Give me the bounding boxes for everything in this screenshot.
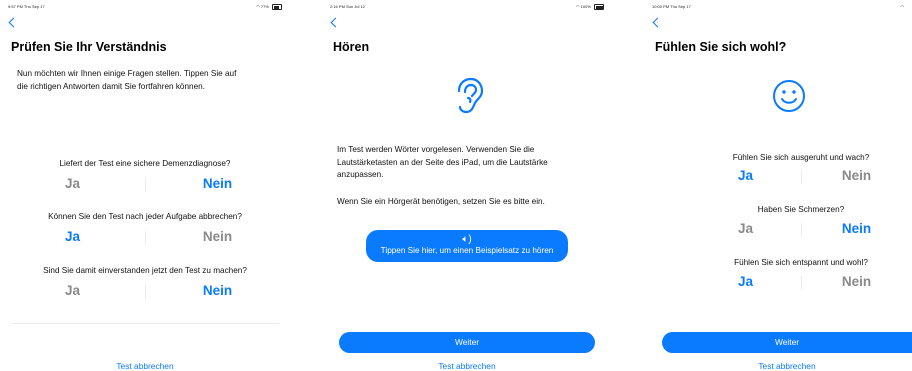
instructions-line: Im Test werden Wörter vorgelesen. Verwen… <box>337 145 535 154</box>
question-relaxed: Fühlen Sie sich entspannt und wohl? <box>734 258 868 267</box>
play-sample-label: Tippen Sie hier, um einen Beispielsatz z… <box>380 246 554 255</box>
screen-check-understanding: 9:57 PM Thu Sep 17 ◠ 77% Prüfen Sie Ihr … <box>0 0 290 371</box>
next-button[interactable]: Weiter <box>339 332 595 353</box>
answer-row-pain: Ja Nein <box>690 221 912 239</box>
status-right: ◠ <box>901 4 905 9</box>
answer-yes-button[interactable]: Ja <box>0 176 145 191</box>
page-title: Prüfen Sie Ihr Verständnis <box>11 40 167 54</box>
hearing-aid-text: Wenn Sie ein Hörgerät benötigen, setzen … <box>337 197 545 206</box>
status-time: 2:16 PM Sun Jul 12 <box>330 4 365 9</box>
answer-row-rested: Ja Nein <box>690 168 912 186</box>
status-right: ◠ 100% <box>576 4 604 10</box>
answer-row-dementia: Ja Nein <box>0 176 290 194</box>
intro-text: Nun möchten wir Ihnen einige Fragen stel… <box>17 68 236 93</box>
intro-line: Nun möchten wir Ihnen einige Fragen stel… <box>17 69 237 78</box>
instructions-line: Lautstärketasten an der Seite des iPad, … <box>337 157 548 167</box>
status-bar: 2:16 PM Sun Jul 12 ◠ 100% <box>330 4 604 12</box>
status-time: 10:00 PM Thu Sep 17 <box>652 4 691 9</box>
answer-no-button[interactable]: Nein <box>801 221 912 236</box>
answer-yes-button[interactable]: Ja <box>0 229 145 244</box>
question-agree-test: Sind Sie damit einverstanden jetzt den T… <box>43 266 247 275</box>
back-chevron-icon[interactable] <box>330 17 341 28</box>
answer-yes-button[interactable]: Ja <box>690 221 801 236</box>
screen-wellbeing: 10:00 PM Thu Sep 17 ◠ Fühlen Sie sich wo… <box>644 0 912 371</box>
question-dementia-diagnosis: Liefert der Test eine sichere Demenzdiag… <box>59 159 231 168</box>
question-rested: Fühlen Sie sich ausgeruht und wach? <box>732 153 870 162</box>
battery-percent: 77% <box>260 4 269 10</box>
answer-no-button[interactable]: Nein <box>801 168 912 183</box>
answer-yes-button[interactable]: Ja <box>0 283 145 298</box>
status-bar: 9:57 PM Thu Sep 17 ◠ 77% <box>8 4 282 12</box>
battery-icon <box>594 4 604 10</box>
divider-line <box>11 323 279 324</box>
status-time: 9:57 PM Thu Sep 17 <box>8 4 45 9</box>
instructions-line: anzupassen. <box>337 170 384 179</box>
next-button[interactable]: Weiter <box>662 332 912 353</box>
screen-hearing: 2:16 PM Sun Jul 12 ◠ 100% Hören Im Test … <box>322 0 612 371</box>
back-chevron-icon[interactable] <box>8 17 19 28</box>
question-abort-test: Können Sie den Test nach jeder Aufgabe a… <box>48 212 242 221</box>
answer-yes-button[interactable]: Ja <box>690 168 801 183</box>
answer-no-button[interactable]: Nein <box>145 283 290 298</box>
cancel-test-link[interactable]: Test abbrechen <box>662 361 912 371</box>
page-title: Fühlen Sie sich wohl? <box>655 40 787 54</box>
back-chevron-icon[interactable] <box>652 17 663 28</box>
answer-no-button[interactable]: Nein <box>145 176 290 191</box>
instructions-text: Im Test werden Wörter vorgelesen. Verwen… <box>337 144 548 182</box>
wifi-icon: ◠ <box>576 4 580 10</box>
battery-icon <box>272 4 282 10</box>
battery-percent: 100% <box>580 4 591 10</box>
speaker-icon: 🔈︎) <box>462 234 472 245</box>
answer-row-abort: Ja Nein <box>0 229 290 247</box>
page-title: Hören <box>333 40 370 54</box>
wifi-icon: ◠ <box>256 4 260 10</box>
cancel-test-link[interactable]: Test abbrechen <box>0 361 290 371</box>
answer-row-relaxed: Ja Nein <box>690 274 912 292</box>
wifi-icon: ◠ <box>900 4 905 9</box>
question-pain: Haben Sie Schmerzen? <box>757 205 845 214</box>
answer-no-button[interactable]: Nein <box>145 229 290 244</box>
cancel-test-link[interactable]: Test abbrechen <box>322 361 612 371</box>
status-bar: 10:00 PM Thu Sep 17 ◠ <box>652 4 904 12</box>
answer-yes-button[interactable]: Ja <box>690 274 801 289</box>
ear-icon <box>457 77 483 114</box>
status-right: ◠ 77% <box>256 4 282 10</box>
answer-no-button[interactable]: Nein <box>801 274 912 289</box>
intro-line: die richtigen Antworten damit Sie fortfa… <box>17 81 205 91</box>
smiley-face-icon <box>773 80 805 112</box>
play-sample-button[interactable]: 🔈︎) Tippen Sie hier, um einen Beispielsa… <box>366 230 568 262</box>
answer-row-agree: Ja Nein <box>0 283 290 301</box>
